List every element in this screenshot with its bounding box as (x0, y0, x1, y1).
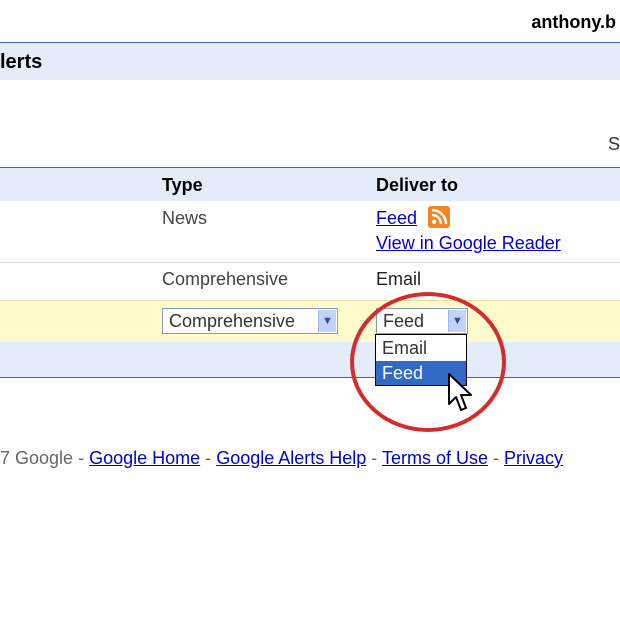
page-title-bar: lerts (0, 42, 620, 80)
footer-separator: - (493, 448, 500, 468)
chevron-down-icon[interactable]: ▼ (318, 310, 336, 332)
footer-separator: - (205, 448, 212, 468)
highlight-circle (350, 292, 506, 432)
table-header: Type Deliver to (0, 167, 620, 201)
row1-type: News (162, 208, 208, 228)
column-header-deliver-to: Deliver to (376, 175, 459, 195)
copyright-text: 7 Google (0, 448, 74, 468)
user-email: anthony.b (531, 12, 616, 32)
type-select[interactable]: Comprehensive ▼ (162, 308, 338, 334)
edit-row: Comprehensive ▼ Feed ▼ (0, 300, 620, 342)
footer-link-terms[interactable]: Terms of Use (382, 448, 488, 468)
footer-separator: - (371, 448, 378, 468)
page-title: lerts (0, 51, 43, 73)
footer-separator: - (78, 448, 85, 468)
feed-link[interactable]: Feed (376, 208, 417, 229)
footer-link-privacy[interactable]: Privacy (504, 448, 563, 468)
row2-deliver: Email (376, 269, 422, 289)
table-footer-bar (0, 342, 620, 378)
type-select-value: Comprehensive (169, 311, 296, 331)
row-separator (0, 262, 620, 263)
rss-feed-icon[interactable] (428, 206, 450, 228)
footer-link-alerts-help[interactable]: Google Alerts Help (216, 448, 366, 468)
row2-type: Comprehensive (162, 269, 289, 289)
truncated-text: S (607, 134, 620, 154)
footer: 7 Google - Google Home - Google Alerts H… (0, 448, 563, 469)
footer-link-google-home[interactable]: Google Home (89, 448, 200, 468)
column-header-type: Type (162, 175, 203, 195)
view-in-google-reader-link[interactable]: View in Google Reader (376, 233, 561, 254)
